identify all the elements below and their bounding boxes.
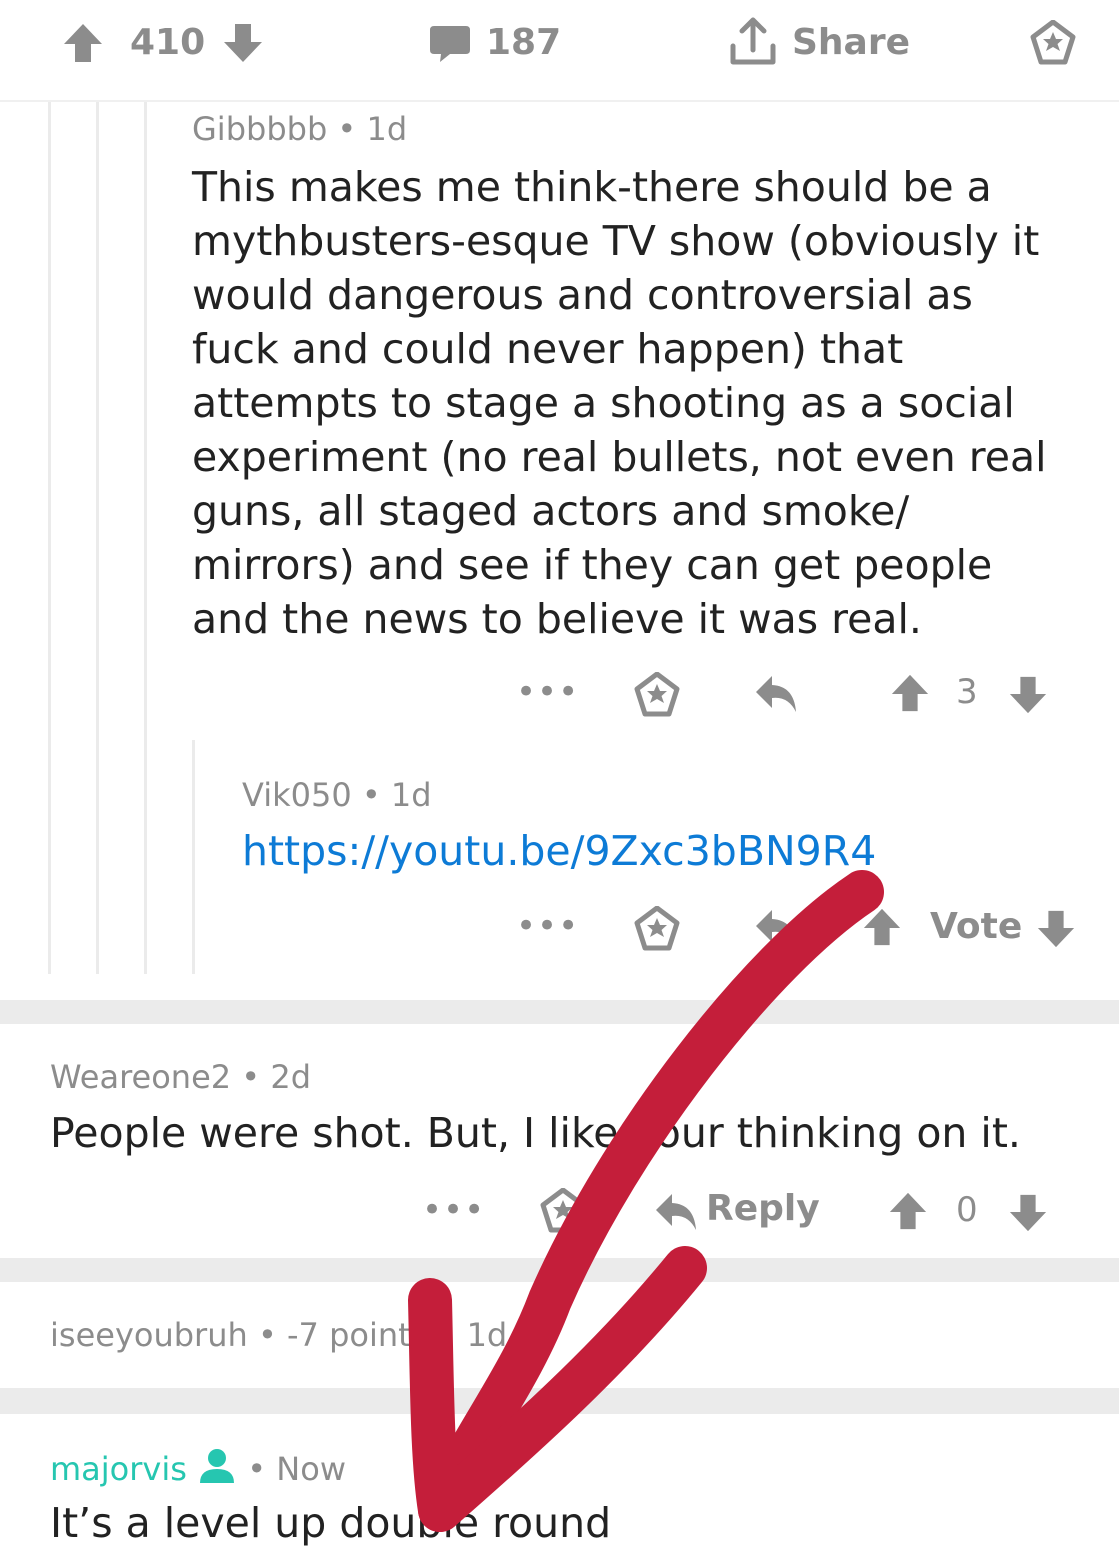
comment-author[interactable]: Vik050 bbox=[242, 776, 352, 814]
more-options-button[interactable]: ••• bbox=[516, 672, 579, 712]
comment-score: 3 bbox=[956, 672, 978, 712]
meta-separator: • bbox=[241, 1058, 261, 1096]
comment-author[interactable]: Weareone2 bbox=[50, 1058, 231, 1096]
save-star-icon[interactable] bbox=[540, 1188, 586, 1234]
meta-separator: • bbox=[337, 110, 357, 148]
comment-line: and the news to believe it was real. bbox=[192, 595, 922, 643]
comment-count: 187 bbox=[486, 22, 562, 63]
collapsed-comment[interactable]: iseeyoubruh • -7 points • 1d bbox=[50, 1316, 507, 1354]
comment-age: Now bbox=[276, 1450, 346, 1488]
save-star-icon[interactable] bbox=[634, 906, 680, 952]
comment-divider bbox=[0, 1000, 1119, 1024]
meta-separator: • bbox=[361, 776, 381, 814]
comment-line: fuck and could never happen) that bbox=[192, 325, 904, 373]
meta-separator: • bbox=[257, 1316, 277, 1354]
comment-age: 1d bbox=[366, 110, 408, 148]
thread-line bbox=[96, 102, 99, 974]
comment-line: attempts to stage a shooting as a social bbox=[192, 379, 1015, 427]
save-star-icon[interactable] bbox=[1030, 20, 1076, 66]
post-score: 410 bbox=[130, 22, 206, 63]
thread-line bbox=[144, 102, 147, 974]
comment-line: experiment (no real bullets, not even re… bbox=[192, 433, 1047, 481]
comment-bubble-icon[interactable] bbox=[428, 24, 472, 64]
comment-line: mirrors) and see if they can get people bbox=[192, 541, 993, 589]
comment-age: 1d bbox=[390, 776, 432, 814]
comment-line: would dangerous and controversial as bbox=[192, 271, 973, 319]
post-action-bar: 410 187 Share bbox=[0, 0, 1119, 102]
comment-body: It’s a level up double round bbox=[50, 1499, 612, 1547]
thread-line bbox=[192, 740, 195, 974]
reply-arrow-icon[interactable] bbox=[754, 906, 800, 950]
downvote-arrow-icon[interactable] bbox=[1036, 908, 1076, 950]
save-star-icon[interactable] bbox=[634, 672, 680, 718]
comment-author[interactable]: iseeyoubruh bbox=[50, 1316, 248, 1354]
youtube-link[interactable]: https://youtu.be/9Zxc3bBN9R4 bbox=[242, 824, 876, 878]
upvote-arrow-icon[interactable] bbox=[62, 22, 104, 64]
comment-meta: Gibbbbb • 1d bbox=[192, 110, 407, 148]
comment-line: This makes me think-there should be a bbox=[192, 163, 992, 211]
comment-divider bbox=[0, 1388, 1119, 1414]
share-icon[interactable] bbox=[728, 16, 778, 68]
more-options-button[interactable]: ••• bbox=[516, 906, 579, 946]
reply-button[interactable]: Reply bbox=[706, 1188, 820, 1229]
comment-body: People were shot. But, I like your think… bbox=[50, 1109, 1021, 1157]
comment-meta: Vik050 • 1d bbox=[242, 776, 432, 814]
comment-line: guns, all staged actors and smoke/ bbox=[192, 487, 910, 535]
comment-score: 0 bbox=[956, 1190, 978, 1230]
upvote-arrow-icon[interactable] bbox=[862, 906, 902, 948]
downvote-arrow-icon[interactable] bbox=[1008, 1192, 1048, 1234]
collapsed-meta: -7 points • 1d bbox=[286, 1316, 508, 1354]
reply-arrow-icon[interactable] bbox=[754, 672, 800, 716]
comment-age: 2d bbox=[270, 1058, 311, 1096]
reply-arrow-icon[interactable] bbox=[654, 1190, 700, 1234]
vote-label: Vote bbox=[930, 906, 1023, 947]
downvote-arrow-icon[interactable] bbox=[1008, 674, 1048, 716]
thread-line bbox=[48, 102, 51, 974]
downvote-arrow-icon[interactable] bbox=[222, 22, 264, 64]
comment-meta: Weareone2 • 2d bbox=[50, 1058, 311, 1096]
comment-author[interactable]: Gibbbbb bbox=[192, 110, 327, 148]
comment-author[interactable]: majorvis bbox=[50, 1450, 187, 1488]
comment-line: mythbusters-esque TV show (obviously it bbox=[192, 217, 1040, 265]
upvote-arrow-icon[interactable] bbox=[890, 672, 930, 714]
comment-divider bbox=[0, 1258, 1119, 1282]
share-button[interactable]: Share bbox=[792, 22, 910, 63]
user-profile-icon bbox=[200, 1449, 235, 1483]
meta-separator: • bbox=[247, 1450, 267, 1488]
comment-meta: majorvis • Now bbox=[50, 1448, 346, 1488]
comment-body: This makes me think-there should be a my… bbox=[192, 160, 1092, 646]
upvote-arrow-icon[interactable] bbox=[888, 1190, 928, 1232]
more-options-button[interactable]: ••• bbox=[422, 1190, 485, 1230]
